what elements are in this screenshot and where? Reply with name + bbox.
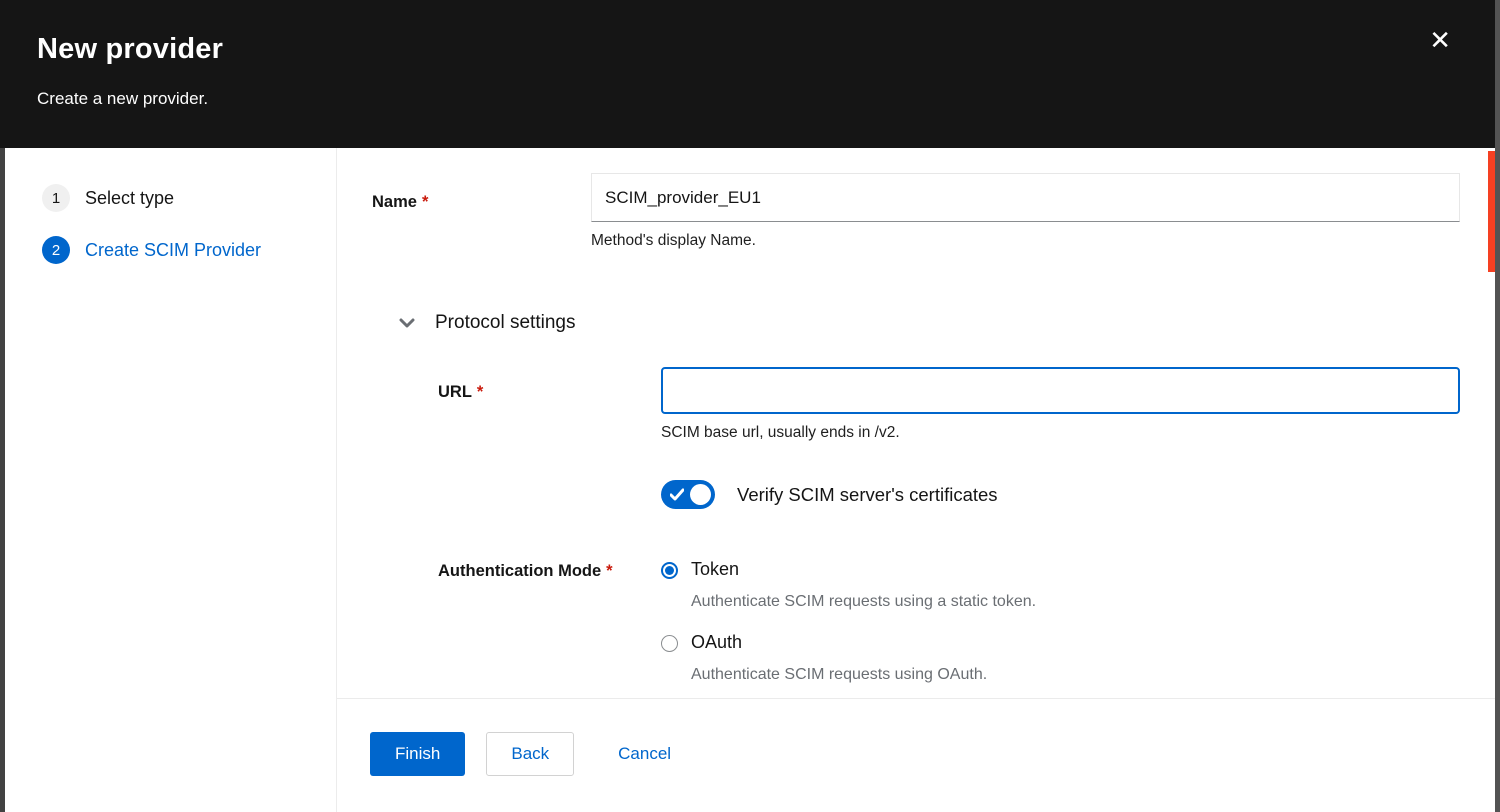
new-provider-modal: New provider Create a new provider. ✕ 1 … — [0, 0, 1500, 812]
auth-mode-option-help: Authenticate SCIM requests using a stati… — [691, 593, 1460, 611]
wizard-step-label: Create SCIM Provider — [85, 240, 261, 261]
required-asterisk: * — [606, 562, 612, 580]
auth-mode-option-oauth[interactable]: OAuth — [661, 632, 1460, 653]
auth-mode-option-label: Token — [691, 559, 739, 580]
auth-mode-option-label: OAuth — [691, 632, 742, 653]
name-field-label: Name* — [372, 173, 591, 250]
auth-mode-option-help: Authenticate SCIM requests using OAuth. — [691, 666, 1460, 684]
name-help-text: Method's display Name. — [591, 232, 1460, 250]
wizard-main-panel: Name* Method's display Name. Protocol se… — [337, 148, 1495, 812]
check-icon — [670, 488, 684, 501]
wizard-footer: Finish Back Cancel — [337, 698, 1495, 812]
provider-form: Name* Method's display Name. Protocol se… — [337, 148, 1495, 698]
page-subtitle: Create a new provider. — [37, 89, 1495, 109]
scrollbar-thumb[interactable] — [1488, 151, 1495, 272]
wizard-step-label: Select type — [85, 188, 174, 209]
back-button[interactable]: Back — [486, 732, 574, 776]
wizard-steps-sidebar: 1 Select type 2 Create SCIM Provider — [5, 148, 337, 812]
protocol-settings-title: Protocol settings — [435, 312, 575, 334]
radio-unselected-icon[interactable] — [661, 635, 678, 652]
step-number-badge: 2 — [42, 236, 70, 264]
required-asterisk: * — [477, 383, 483, 401]
url-field-row: URL* SCIM base url, usually ends in /v2. — [438, 367, 1460, 442]
authentication-mode-row: Authentication Mode* Token Authenticate … — [438, 559, 1460, 684]
url-help-text: SCIM base url, usually ends in /v2. — [661, 424, 1460, 442]
required-asterisk: * — [422, 193, 428, 211]
verify-certificates-toggle[interactable] — [661, 480, 715, 509]
wizard-step-select-type[interactable]: 1 Select type — [42, 184, 336, 212]
modal-body: 1 Select type 2 Create SCIM Provider Nam… — [5, 148, 1495, 812]
name-field-row: Name* Method's display Name. — [372, 173, 1460, 250]
cancel-button[interactable]: Cancel — [618, 732, 671, 776]
verify-certificates-row: Verify SCIM server's certificates — [438, 480, 1460, 509]
radio-selected-icon[interactable] — [661, 562, 678, 579]
protocol-settings-section-toggle[interactable]: Protocol settings — [399, 312, 1460, 334]
finish-button[interactable]: Finish — [370, 732, 465, 776]
url-field-label: URL* — [438, 367, 661, 442]
protocol-settings-content: URL* SCIM base url, usually ends in /v2. — [438, 367, 1460, 684]
verify-certificates-label: Verify SCIM server's certificates — [737, 484, 998, 506]
authentication-mode-label: Authentication Mode* — [438, 559, 661, 684]
name-input[interactable] — [591, 173, 1460, 222]
close-icon[interactable]: ✕ — [1429, 28, 1451, 54]
toggle-knob — [690, 484, 711, 505]
page-title: New provider — [37, 33, 1495, 66]
step-number-badge: 1 — [42, 184, 70, 212]
scrollbar-track — [1495, 0, 1500, 812]
chevron-down-icon — [399, 318, 415, 328]
backdrop-edge-left — [0, 148, 5, 812]
auth-mode-option-token[interactable]: Token — [661, 559, 1460, 580]
url-input[interactable] — [661, 367, 1460, 414]
wizard-step-create-scim-provider[interactable]: 2 Create SCIM Provider — [42, 236, 336, 264]
modal-header: New provider Create a new provider. ✕ — [0, 0, 1495, 148]
